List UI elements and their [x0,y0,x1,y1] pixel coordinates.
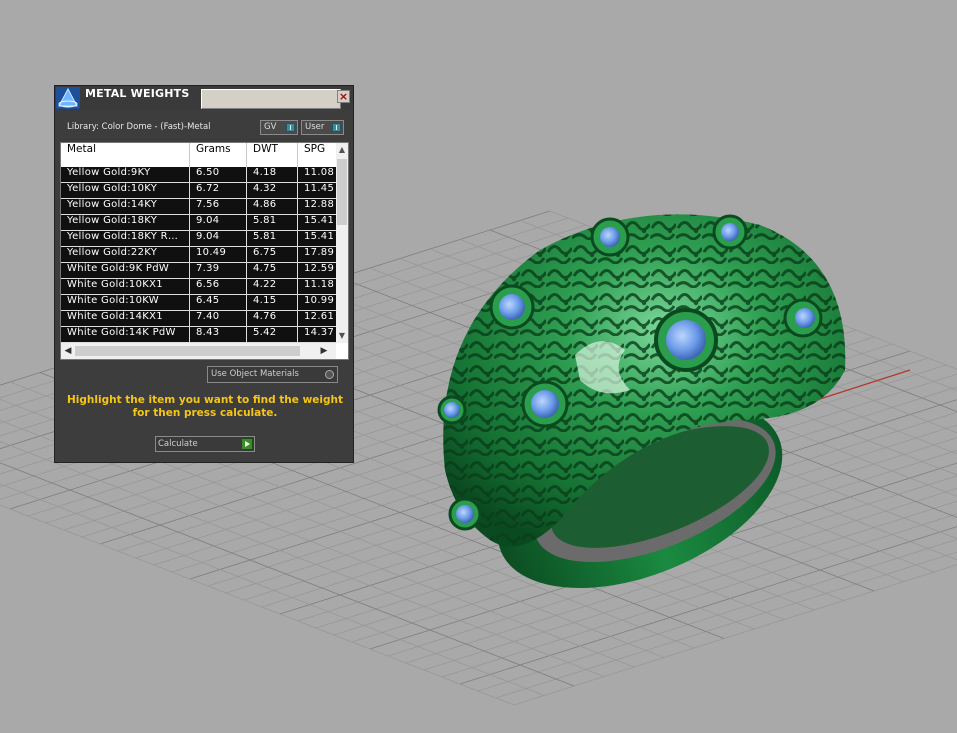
cell-dwt: 4.22 [247,279,298,295]
cell-dwt: 5.81 [247,231,298,247]
cell-dwt: 4.76 [247,311,298,327]
cell-grams: 9.04 [190,231,247,247]
table-row[interactable]: Yellow Gold:18KY R… 9.04 5.81 15.41 [61,231,336,247]
table-body: Yellow Gold:9KY 6.50 4.18 11.08 Yellow Gold:… [61,167,336,343]
cell-spg: 12.61 [298,311,336,327]
instruction-text: Highlight the item you want to find the … [67,394,343,419]
cell-metal: Yellow Gold:14KY [61,199,190,215]
cell-dwt: 5.42 [247,327,298,343]
table-row[interactable]: White Gold:10KX1 6.56 4.22 11.18 [61,279,336,295]
play-arrow-icon [241,438,253,450]
cell-metal: Yellow Gold:18KY R… [61,231,190,247]
cell-spg: 12.59 [298,263,336,279]
checkbox-icon [286,123,295,132]
use-object-materials-toggle[interactable]: Use Object Materials [207,366,338,383]
cell-spg: 10.99 [298,295,336,311]
table-row[interactable]: White Gold:9K PdW 7.39 4.75 12.59 [61,263,336,279]
cell-spg: 11.45 [298,183,336,199]
user-label: User [305,122,325,132]
cell-grams: 7.56 [190,199,247,215]
cell-metal: Yellow Gold:22KY [61,247,190,263]
cell-spg: 11.08 [298,167,336,183]
table-row[interactable]: White Gold:14KX1 7.40 4.76 12.61 [61,311,336,327]
cell-grams: 6.45 [190,295,247,311]
metal-table[interactable]: Metal Grams DWT SPG Yellow Gold:9KY 6.50 4… [60,142,349,360]
panel-title: METAL WEIGHTS [85,87,190,100]
table-row[interactable]: Yellow Gold:22KY 10.49 6.75 17.89 [61,247,336,263]
cell-spg: 14.37 [298,327,336,343]
table-row[interactable]: White Gold:14K PdW 8.43 5.42 14.37 [61,327,336,343]
cell-metal: White Gold:9K PdW [61,263,190,279]
cell-grams: 9.04 [190,215,247,231]
cell-grams: 7.39 [190,263,247,279]
column-header-metal[interactable]: Metal [61,143,190,167]
horizontal-scrollbar[interactable]: ◀ ▶ [61,343,336,359]
cell-grams: 6.72 [190,183,247,199]
table-row[interactable]: Yellow Gold:18KY 9.04 5.81 15.41 [61,215,336,231]
cell-dwt: 4.75 [247,263,298,279]
cell-dwt: 4.32 [247,183,298,199]
cell-metal: White Gold:14KX1 [61,311,190,327]
user-checkbox[interactable]: User [301,120,344,135]
scroll-up-icon[interactable]: ▲ [336,143,348,157]
app-logo-icon [56,87,80,109]
cell-grams: 6.56 [190,279,247,295]
close-icon[interactable]: × [337,90,350,103]
panel-titlebar[interactable]: METAL WEIGHTS × [55,86,353,110]
gem-setting [590,217,630,257]
gem-setting [521,380,569,428]
cell-grams: 10.49 [190,247,247,263]
cell-metal: Yellow Gold:18KY [61,215,190,231]
cell-metal: Yellow Gold:9KY [61,167,190,183]
scroll-down-icon[interactable]: ▼ [336,329,348,343]
gem-setting [448,497,482,531]
table-header: Metal Grams DWT SPG [61,143,336,167]
gem-setting [712,214,748,250]
table-row[interactable]: Yellow Gold:14KY 7.56 4.86 12.88 [61,199,336,215]
cell-metal: White Gold:10KW [61,295,190,311]
scroll-thumb[interactable] [75,346,300,356]
cell-spg: 12.88 [298,199,336,215]
cell-dwt: 4.18 [247,167,298,183]
cell-grams: 7.40 [190,311,247,327]
table-row[interactable]: Yellow Gold:10KY 6.72 4.32 11.45 [61,183,336,199]
column-header-spg[interactable]: SPG [298,143,336,167]
gv-label: GV [264,122,277,132]
table-row[interactable]: Yellow Gold:9KY 6.50 4.18 11.08 [61,167,336,183]
calculate-label: Calculate [158,439,198,449]
title-strip [201,89,341,109]
gem-setting [783,298,823,338]
cell-metal: White Gold:10KX1 [61,279,190,295]
column-header-grams[interactable]: Grams [190,143,247,167]
cell-spg: 17.89 [298,247,336,263]
cell-dwt: 5.81 [247,215,298,231]
vertical-scrollbar[interactable]: ▲ ▼ [336,143,348,343]
checkbox-icon [332,123,341,132]
cell-dwt: 4.15 [247,295,298,311]
column-header-dwt[interactable]: DWT [247,143,298,167]
cell-spg: 15.41 [298,231,336,247]
cell-dwt: 6.75 [247,247,298,263]
gem-setting [489,284,535,330]
cell-dwt: 4.86 [247,199,298,215]
cell-grams: 6.50 [190,167,247,183]
cell-metal: White Gold:14K PdW [61,327,190,343]
gv-checkbox[interactable]: GV [260,120,298,135]
table-row[interactable]: White Gold:10KW 6.45 4.15 10.99 [61,295,336,311]
scroll-thumb[interactable] [337,159,347,225]
gem-setting [654,308,718,372]
grid-line [0,504,515,706]
scroll-left-icon[interactable]: ◀ [61,343,75,359]
metal-weights-panel: METAL WEIGHTS × Library: Color Dome - (F… [54,85,354,463]
scroll-right-icon[interactable]: ▶ [317,343,331,359]
cell-metal: Yellow Gold:10KY [61,183,190,199]
calculate-button[interactable]: Calculate [155,436,255,452]
use-object-materials-label: Use Object Materials [211,369,299,379]
library-label: Library: Color Dome - (Fast)-Metal [67,122,211,132]
cell-grams: 8.43 [190,327,247,343]
cell-spg: 15.41 [298,215,336,231]
cell-spg: 11.18 [298,279,336,295]
radio-icon [325,370,334,379]
gem-setting [437,395,467,425]
